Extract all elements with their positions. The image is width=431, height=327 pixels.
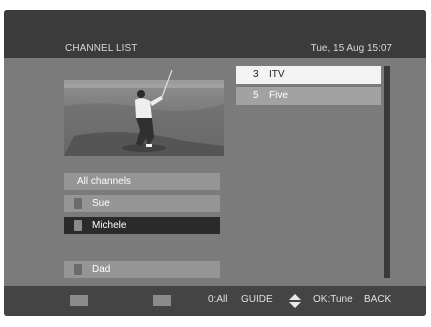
channel-row-five[interactable]: 5 Five (236, 87, 381, 105)
scroll-thumb[interactable] (384, 66, 390, 278)
video-preview (64, 66, 224, 156)
tv-screen: CHANNEL LIST Tue, 15 Aug 15:07 All chann… (4, 10, 426, 316)
channel-name: Five (269, 90, 288, 101)
green-key-icon[interactable] (153, 295, 171, 306)
golfer-video-preview-icon (64, 66, 224, 156)
channel-scrollbar[interactable] (384, 66, 390, 278)
channel-number: 3 (253, 69, 259, 80)
user-icon (74, 198, 82, 209)
group-label: Michele (92, 220, 127, 231)
footer-bar: 0:All GUIDE OK:Tune BACK (4, 286, 426, 316)
channel-number: 5 (253, 90, 259, 101)
up-down-arrow-icon (289, 294, 301, 308)
all-label[interactable]: 0:All (208, 294, 227, 305)
channel-row-itv[interactable]: 3 ITV (236, 66, 381, 84)
red-key-icon[interactable] (70, 295, 88, 306)
group-label: All channels (77, 176, 131, 187)
group-label: Dad (92, 264, 111, 275)
user-icon (74, 220, 82, 231)
channel-name: ITV (269, 69, 285, 80)
user-icon (74, 264, 82, 275)
ok-tune-label[interactable]: OK:Tune (313, 294, 353, 305)
group-michele[interactable]: Michele (64, 217, 220, 234)
page-title: CHANNEL LIST (65, 43, 138, 54)
group-label: Sue (92, 198, 110, 209)
group-dad[interactable]: Dad (64, 261, 220, 278)
header-bar: CHANNEL LIST Tue, 15 Aug 15:07 (4, 10, 426, 58)
group-sue[interactable]: Sue (64, 195, 220, 212)
date-time: Tue, 15 Aug 15:07 (310, 43, 392, 54)
back-label[interactable]: BACK (364, 294, 391, 305)
guide-label[interactable]: GUIDE (241, 294, 273, 305)
group-all-channels[interactable]: All channels (64, 173, 220, 190)
